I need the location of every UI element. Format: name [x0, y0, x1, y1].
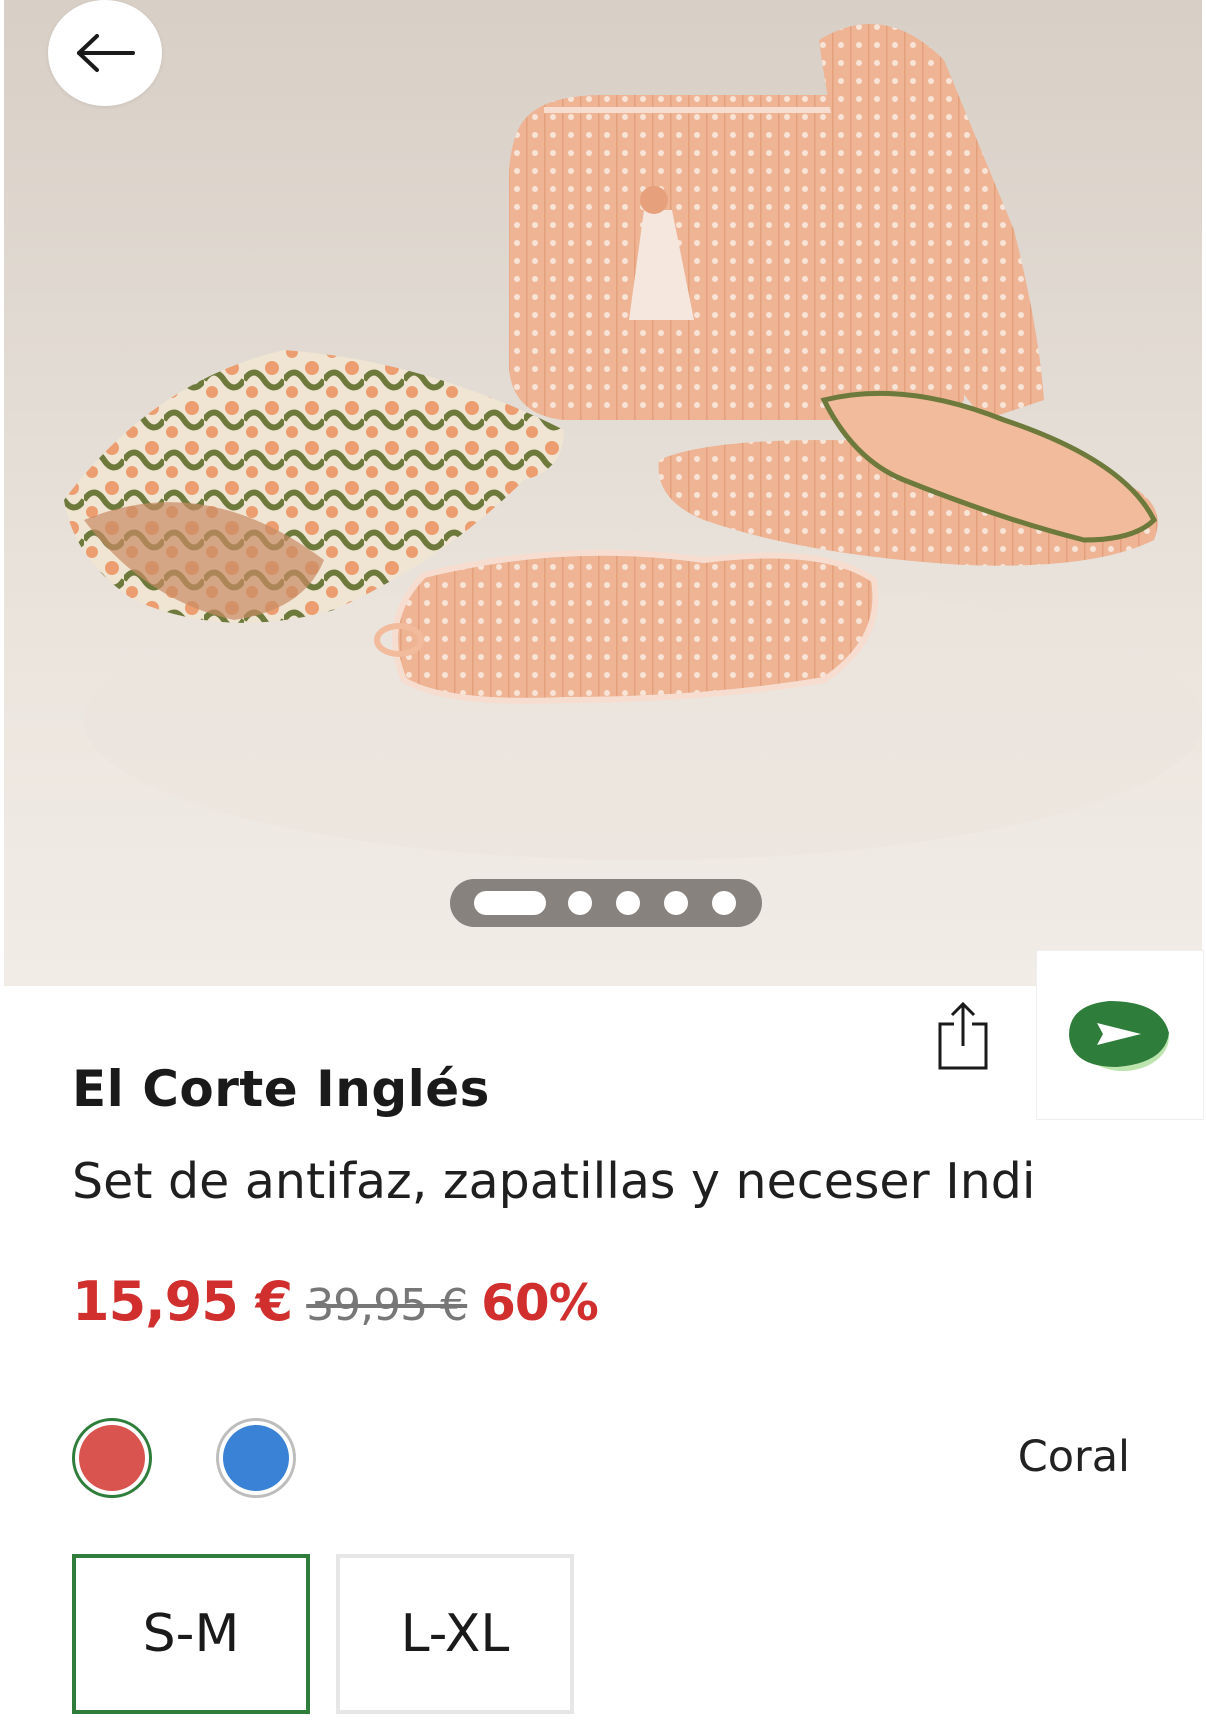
current-price: 15,95 € [72, 1270, 293, 1333]
size-option-s-m[interactable]: S-M [72, 1554, 310, 1714]
size-option-l-xl[interactable]: L-XL [336, 1554, 574, 1714]
arrow-left-icon [77, 34, 135, 72]
color-swatch-blue[interactable] [216, 1418, 296, 1498]
pager-dot-2[interactable] [568, 891, 592, 915]
back-button[interactable] [48, 0, 162, 106]
gallery-pager[interactable] [450, 879, 762, 927]
send-icon [1069, 1001, 1169, 1071]
share-icon [938, 1001, 988, 1070]
pager-dot-3[interactable] [616, 891, 640, 915]
price-row: 15,95 € 39,95 € 60% [72, 1270, 599, 1333]
product-title: Set de antifaz, zapatillas y neceser Ind… [72, 1153, 1036, 1210]
send-button[interactable] [1036, 950, 1204, 1120]
pager-dot-5[interactable] [712, 891, 736, 915]
product-brand[interactable]: El Corte Inglés [72, 1060, 490, 1118]
share-button[interactable] [930, 998, 996, 1074]
pager-dot-4[interactable] [664, 891, 688, 915]
discount-badge: 60% [481, 1274, 599, 1332]
product-photo [64, 24, 1202, 860]
product-image-gallery[interactable] [4, 0, 1202, 986]
original-price: 39,95 € [306, 1280, 468, 1331]
selected-color-label: Coral [1017, 1432, 1130, 1482]
color-swatch-coral[interactable] [72, 1418, 152, 1498]
pager-dot-1[interactable] [474, 891, 546, 915]
